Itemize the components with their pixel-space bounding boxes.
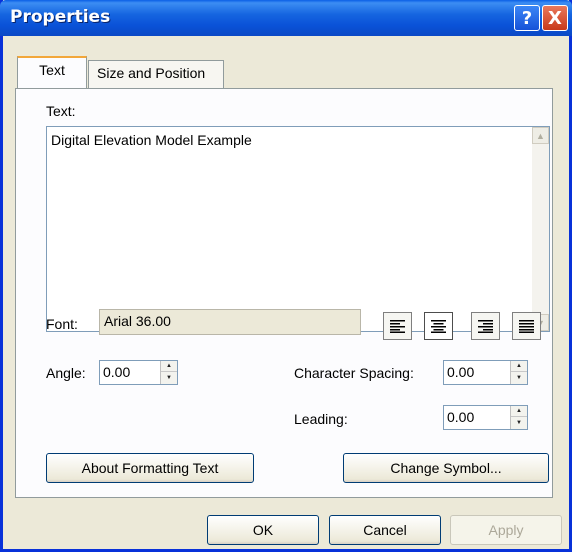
- text-input[interactable]: Digital Elevation Model Example ▲ ▼: [46, 126, 550, 332]
- align-right-icon: [478, 319, 493, 333]
- character-spacing-spin-arrows[interactable]: ▲ ▼: [510, 361, 527, 384]
- align-justify-button[interactable]: [512, 312, 541, 340]
- title-bar[interactable]: Properties ? X: [0, 0, 572, 36]
- help-button[interactable]: ?: [514, 5, 540, 31]
- character-spacing-value: 0.00: [447, 364, 475, 380]
- align-left-button[interactable]: [383, 312, 412, 340]
- help-icon: ?: [521, 7, 533, 29]
- properties-dialog: Properties ? X Text Size and Position Te…: [0, 0, 572, 552]
- font-label: Font:: [46, 316, 78, 332]
- cancel-button[interactable]: Cancel: [329, 515, 441, 545]
- text-label: Text:: [46, 103, 76, 119]
- text-input-value: Digital Elevation Model Example: [51, 132, 252, 148]
- align-center-icon: [431, 319, 446, 333]
- angle-label: Angle:: [46, 365, 86, 381]
- apply-button[interactable]: Apply: [450, 515, 562, 545]
- spin-down-icon[interactable]: ▼: [511, 372, 527, 384]
- align-left-icon: [390, 319, 405, 333]
- spin-down-icon[interactable]: ▼: [161, 372, 177, 384]
- spin-up-icon[interactable]: ▲: [511, 361, 527, 372]
- spin-up-icon[interactable]: ▲: [161, 361, 177, 372]
- align-center-button[interactable]: [424, 312, 453, 340]
- character-spacing-label: Character Spacing:: [294, 365, 414, 381]
- angle-stepper[interactable]: 0.00 ▲ ▼: [99, 360, 178, 385]
- align-right-button[interactable]: [471, 312, 500, 340]
- scroll-up-button[interactable]: ▲: [532, 127, 549, 144]
- change-symbol-button[interactable]: Change Symbol...: [343, 453, 549, 483]
- spin-up-icon[interactable]: ▲: [511, 406, 527, 417]
- text-scrollbar[interactable]: ▲ ▼: [532, 127, 549, 331]
- character-spacing-stepper[interactable]: 0.00 ▲ ▼: [443, 360, 528, 385]
- close-button[interactable]: X: [542, 5, 568, 31]
- align-justify-icon: [519, 319, 534, 333]
- leading-stepper[interactable]: 0.00 ▲ ▼: [443, 405, 528, 430]
- tab-text[interactable]: Text: [17, 56, 87, 89]
- leading-value: 0.00: [447, 409, 475, 425]
- leading-spin-arrows[interactable]: ▲ ▼: [510, 406, 527, 429]
- dialog-title: Properties: [10, 7, 111, 27]
- chevron-up-icon: ▲: [536, 130, 545, 141]
- ok-button[interactable]: OK: [207, 515, 319, 545]
- close-icon: X: [548, 7, 562, 29]
- angle-spin-arrows[interactable]: ▲ ▼: [160, 361, 177, 384]
- tab-panel-text: Text: Digital Elevation Model Example ▲ …: [15, 88, 553, 498]
- about-formatting-text-button[interactable]: About Formatting Text: [46, 453, 254, 483]
- angle-value: 0.00: [103, 364, 131, 380]
- spin-down-icon[interactable]: ▼: [511, 417, 527, 429]
- font-display: Arial 36.00: [99, 309, 361, 335]
- leading-label: Leading:: [294, 411, 348, 427]
- tab-size-and-position[interactable]: Size and Position: [88, 60, 224, 88]
